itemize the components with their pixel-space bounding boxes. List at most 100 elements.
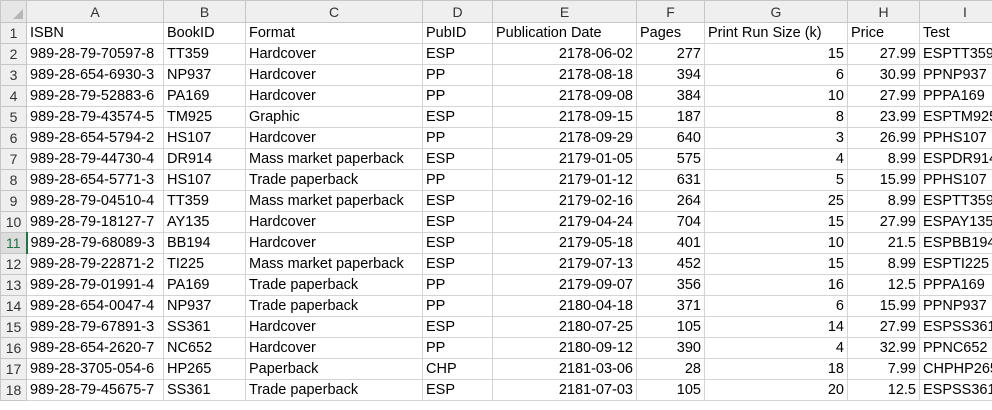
row-header[interactable]: 14 [0,295,27,317]
row-header[interactable]: 10 [0,211,27,233]
header-cell-format[interactable]: Format [245,22,423,44]
format-cell[interactable]: Trade paperback [245,295,423,317]
print-run-size-cell[interactable]: 10 [704,85,848,107]
test-cell[interactable]: PPHS107 [919,127,992,149]
pages-cell[interactable]: 384 [636,85,705,107]
isbn-cell[interactable]: 989-28-654-2620-7 [26,337,164,359]
bookid-cell[interactable]: NC652 [163,337,246,359]
print-run-size-cell[interactable]: 20 [704,379,848,401]
row-header[interactable]: 5 [0,106,27,128]
format-cell[interactable]: Hardcover [245,316,423,338]
publication-date-cell[interactable]: 2179-07-13 [492,253,637,275]
pages-cell[interactable]: 390 [636,337,705,359]
pubid-cell[interactable]: PP [422,274,493,296]
format-cell[interactable]: Hardcover [245,64,423,86]
test-cell[interactable]: ESPBB194 [919,232,992,254]
bookid-cell[interactable]: TT359 [163,190,246,212]
bookid-cell[interactable]: SS361 [163,316,246,338]
publication-date-cell[interactable]: 2180-04-18 [492,295,637,317]
row-header[interactable]: 6 [0,127,27,149]
publication-date-cell[interactable]: 2178-09-08 [492,85,637,107]
bookid-cell[interactable]: NP937 [163,295,246,317]
isbn-cell[interactable]: 989-28-79-67891-3 [26,316,164,338]
bookid-cell[interactable]: TI225 [163,253,246,275]
print-run-size-cell[interactable]: 15 [704,43,848,65]
print-run-size-cell[interactable]: 6 [704,295,848,317]
format-cell[interactable]: Hardcover [245,232,423,254]
pages-cell[interactable]: 452 [636,253,705,275]
print-run-size-cell[interactable]: 16 [704,274,848,296]
price-cell[interactable]: 26.99 [847,127,920,149]
bookid-cell[interactable]: AY135 [163,211,246,233]
isbn-cell[interactable]: 989-28-79-70597-8 [26,43,164,65]
price-cell[interactable]: 15.99 [847,295,920,317]
pubid-cell[interactable]: ESP [422,232,493,254]
isbn-cell[interactable]: 989-28-79-04510-4 [26,190,164,212]
publication-date-cell[interactable]: 2181-03-06 [492,358,637,380]
publication-date-cell[interactable]: 2179-04-24 [492,211,637,233]
test-cell[interactable]: PPNC652 [919,337,992,359]
isbn-cell[interactable]: 989-28-654-6930-3 [26,64,164,86]
format-cell[interactable]: Hardcover [245,211,423,233]
test-cell[interactable]: ESPTI225 [919,253,992,275]
format-cell[interactable]: Hardcover [245,337,423,359]
price-cell[interactable]: 8.99 [847,253,920,275]
isbn-cell[interactable]: 989-28-79-43574-5 [26,106,164,128]
print-run-size-cell[interactable]: 3 [704,127,848,149]
pages-cell[interactable]: 704 [636,211,705,233]
bookid-cell[interactable]: SS361 [163,379,246,401]
format-cell[interactable]: Paperback [245,358,423,380]
isbn-cell[interactable]: 989-28-79-52883-6 [26,85,164,107]
pages-cell[interactable]: 28 [636,358,705,380]
price-cell[interactable]: 15.99 [847,169,920,191]
row-header[interactable]: 8 [0,169,27,191]
bookid-cell[interactable]: TM925 [163,106,246,128]
print-run-size-cell[interactable]: 5 [704,169,848,191]
column-header-e[interactable]: E [492,0,637,23]
publication-date-cell[interactable]: 2180-09-12 [492,337,637,359]
pubid-cell[interactable]: PP [422,85,493,107]
publication-date-cell[interactable]: 2179-05-18 [492,232,637,254]
pubid-cell[interactable]: PP [422,169,493,191]
test-cell[interactable]: ESPTM925 [919,106,992,128]
test-cell[interactable]: PPPA169 [919,274,992,296]
select-all-button[interactable] [0,0,27,23]
header-cell-test[interactable]: Test [919,22,992,44]
format-cell[interactable]: Mass market paperback [245,148,423,170]
price-cell[interactable]: 27.99 [847,211,920,233]
price-cell[interactable]: 8.99 [847,148,920,170]
format-cell[interactable]: Hardcover [245,127,423,149]
publication-date-cell[interactable]: 2178-09-15 [492,106,637,128]
bookid-cell[interactable]: DR914 [163,148,246,170]
header-cell-print-run-size[interactable]: Print Run Size (k) [704,22,848,44]
format-cell[interactable]: Graphic [245,106,423,128]
test-cell[interactable]: ESPDR914 [919,148,992,170]
bookid-cell[interactable]: HP265 [163,358,246,380]
publication-date-cell[interactable]: 2178-06-02 [492,43,637,65]
print-run-size-cell[interactable]: 15 [704,211,848,233]
bookid-cell[interactable]: HS107 [163,169,246,191]
row-header[interactable]: 13 [0,274,27,296]
price-cell[interactable]: 8.99 [847,190,920,212]
pages-cell[interactable]: 631 [636,169,705,191]
pubid-cell[interactable]: ESP [422,379,493,401]
pages-cell[interactable]: 394 [636,64,705,86]
publication-date-cell[interactable]: 2180-07-25 [492,316,637,338]
print-run-size-cell[interactable]: 25 [704,190,848,212]
column-header-b[interactable]: B [163,0,246,23]
print-run-size-cell[interactable]: 4 [704,148,848,170]
bookid-cell[interactable]: BB194 [163,232,246,254]
header-cell-isbn[interactable]: ISBN [26,22,164,44]
test-cell[interactable]: ESPTT359 [919,190,992,212]
bookid-cell[interactable]: PA169 [163,274,246,296]
pubid-cell[interactable]: ESP [422,211,493,233]
pages-cell[interactable]: 371 [636,295,705,317]
pubid-cell[interactable]: PP [422,337,493,359]
isbn-cell[interactable]: 989-28-79-68089-3 [26,232,164,254]
test-cell[interactable]: PPNP937 [919,295,992,317]
column-header-g[interactable]: G [704,0,848,23]
header-cell-publication-date[interactable]: Publication Date [492,22,637,44]
column-header-a[interactable]: A [26,0,164,23]
price-cell[interactable]: 23.99 [847,106,920,128]
row-header[interactable]: 9 [0,190,27,212]
